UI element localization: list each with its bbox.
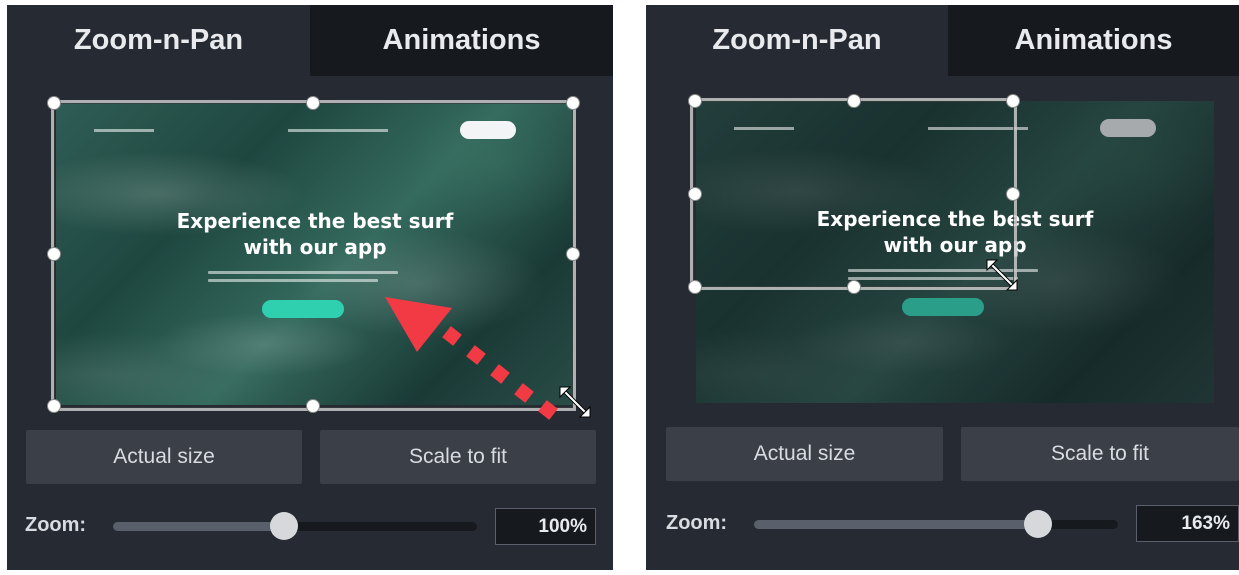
zoom-n-pan-panel-before: Zoom-n-Pan Animations Experience the bes… (7, 5, 613, 570)
zoom-value-field[interactable]: 100% (495, 508, 596, 545)
zoom-label: Zoom: (666, 512, 728, 534)
zoom-slider-thumb[interactable] (1023, 510, 1052, 538)
zoom-value-field[interactable]: 163% (1136, 505, 1239, 542)
zoom-n-pan-panel-after: Zoom-n-Pan Animations Experience the bes… (646, 5, 1239, 570)
actual-size-button[interactable]: Actual size (26, 430, 302, 484)
zoom-slider[interactable] (113, 512, 477, 540)
zoom-slider[interactable] (754, 510, 1118, 538)
actual-size-button[interactable]: Actual size (666, 427, 943, 481)
zoom-label: Zoom: (25, 514, 87, 536)
diagonal-resize-icon (986, 259, 1018, 291)
zoom-slider-thumb[interactable] (270, 512, 299, 540)
diagonal-resize-icon (559, 386, 591, 418)
scale-to-fit-button[interactable]: Scale to fit (320, 430, 596, 484)
scale-to-fit-button[interactable]: Scale to fit (961, 427, 1239, 481)
